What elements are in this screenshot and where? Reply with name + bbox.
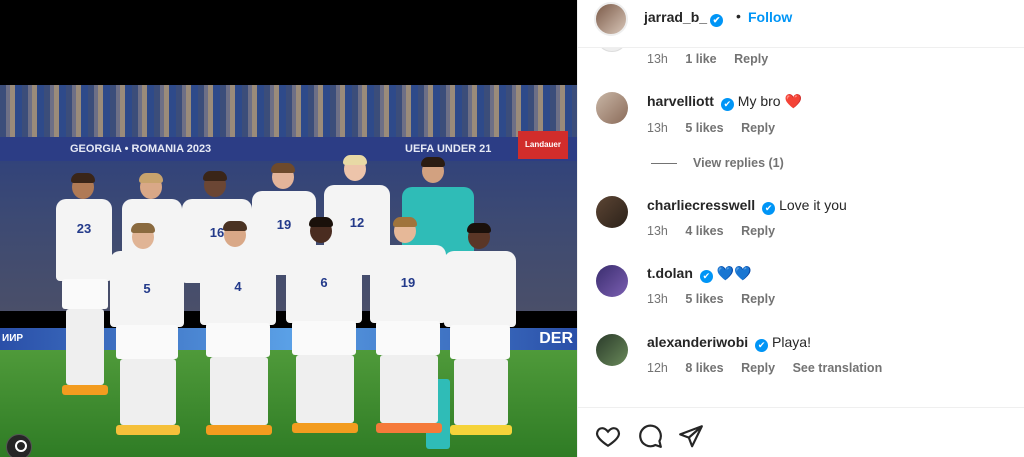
- comment-likes[interactable]: 8 likes: [685, 361, 723, 375]
- blue-heart-emoji: 💙💙: [716, 265, 752, 281]
- banner-right-text: UEFA UNDER 21: [405, 143, 492, 155]
- verified-icon: ✔: [710, 14, 724, 27]
- adboard-right-text: DER: [539, 330, 573, 347]
- adboard-left-text: ИИР: [2, 333, 24, 344]
- post-media[interactable]: GEORGIA • ROMANIA 2023 UEFA UNDER 21 Lan…: [0, 0, 577, 457]
- comment-text-charliecresswell: charliecresswell ✔ Love it you: [647, 197, 847, 215]
- comment-body: Playa!: [772, 334, 811, 350]
- reply-button[interactable]: Reply: [734, 52, 768, 66]
- reply-button[interactable]: Reply: [741, 361, 775, 375]
- shirt-number: 23: [56, 199, 112, 281]
- tagged-user-icon[interactable]: [6, 434, 32, 457]
- comments-list[interactable]: 13h 1 like Reply harvelliott ✔ My bro ❤️ …: [578, 0, 1024, 400]
- heart-icon[interactable]: [595, 423, 621, 449]
- comment-text-alexanderiwobi: alexanderiwobi ✔ Playa!: [647, 334, 811, 352]
- comment-likes[interactable]: 5 likes: [685, 121, 723, 135]
- comment-meta-3: 13h 4 likes Reply: [647, 224, 789, 238]
- post-header: jarrad_b_ ✔ • Follow: [578, 0, 1024, 48]
- view-replies-button[interactable]: View replies (1): [651, 156, 784, 170]
- avatar[interactable]: [596, 334, 628, 366]
- stadium-banner: GEORGIA • ROMANIA 2023 UEFA UNDER 21 Lan…: [0, 131, 577, 177]
- comment-username[interactable]: alexanderiwobi: [647, 334, 748, 350]
- comment-time: 13h: [647, 121, 668, 135]
- avatar[interactable]: [596, 265, 628, 297]
- comment-time: 13h: [647, 52, 668, 66]
- comment-username[interactable]: charliecresswell: [647, 197, 755, 213]
- comment-time: 12h: [647, 361, 668, 375]
- comment-body: My bro: [737, 93, 781, 109]
- comment-time: 13h: [647, 224, 668, 238]
- separator-dot: •: [736, 8, 741, 24]
- shirt-number: 5: [110, 251, 184, 327]
- shirt-number: 19: [370, 245, 446, 323]
- comments-panel: 13h 1 like Reply harvelliott ✔ My bro ❤️ …: [577, 0, 1024, 457]
- follow-button[interactable]: Follow: [748, 9, 792, 25]
- comment-likes[interactable]: 4 likes: [685, 224, 723, 238]
- reply-button[interactable]: Reply: [741, 224, 775, 238]
- author-username[interactable]: jarrad_b_ ✔: [644, 9, 724, 27]
- shirt-number: 4: [200, 249, 276, 325]
- reply-button[interactable]: Reply: [741, 292, 775, 306]
- verified-icon: ✔: [720, 98, 734, 111]
- verified-icon: ✔: [755, 339, 769, 352]
- verified-icon: ✔: [699, 270, 713, 283]
- comment-likes[interactable]: 1 like: [685, 52, 716, 66]
- see-translation-button[interactable]: See translation: [793, 361, 883, 375]
- comment-body: Love it you: [779, 197, 847, 213]
- stadium-crowd: [0, 85, 577, 145]
- avatar[interactable]: [594, 2, 628, 36]
- comment-time: 13h: [647, 292, 668, 306]
- heart-emoji: ❤️: [784, 93, 802, 109]
- comment-username[interactable]: t.dolan: [647, 265, 693, 281]
- shirt-number: 6: [286, 245, 362, 323]
- comment-username[interactable]: harvelliott: [647, 93, 714, 109]
- avatar[interactable]: [596, 196, 628, 228]
- action-bar: [578, 407, 1024, 457]
- team-photo: GEORGIA • ROMANIA 2023 UEFA UNDER 21 Lan…: [0, 85, 577, 457]
- comment-meta-1: 13h 1 like Reply: [647, 52, 782, 66]
- share-icon[interactable]: [678, 423, 704, 449]
- comment-icon[interactable]: [637, 423, 663, 449]
- reply-button[interactable]: Reply: [741, 121, 775, 135]
- comment-text-harvelliott: harvelliott ✔ My bro ❤️: [647, 93, 802, 111]
- avatar[interactable]: [596, 92, 628, 124]
- comment-meta-2: 13h 5 likes Reply: [647, 121, 789, 135]
- banner-sponsor: Landauer JUNGS: [518, 131, 568, 177]
- comment-meta-5: 12h 8 likes Reply See translation: [647, 361, 896, 375]
- comment-likes[interactable]: 5 likes: [685, 292, 723, 306]
- comment-meta-4: 13h 5 likes Reply: [647, 292, 789, 306]
- comment-text-tdolan: t.dolan ✔ 💙💙: [647, 265, 752, 283]
- verified-icon: ✔: [762, 202, 776, 215]
- banner-left-text: GEORGIA • ROMANIA 2023: [70, 143, 212, 155]
